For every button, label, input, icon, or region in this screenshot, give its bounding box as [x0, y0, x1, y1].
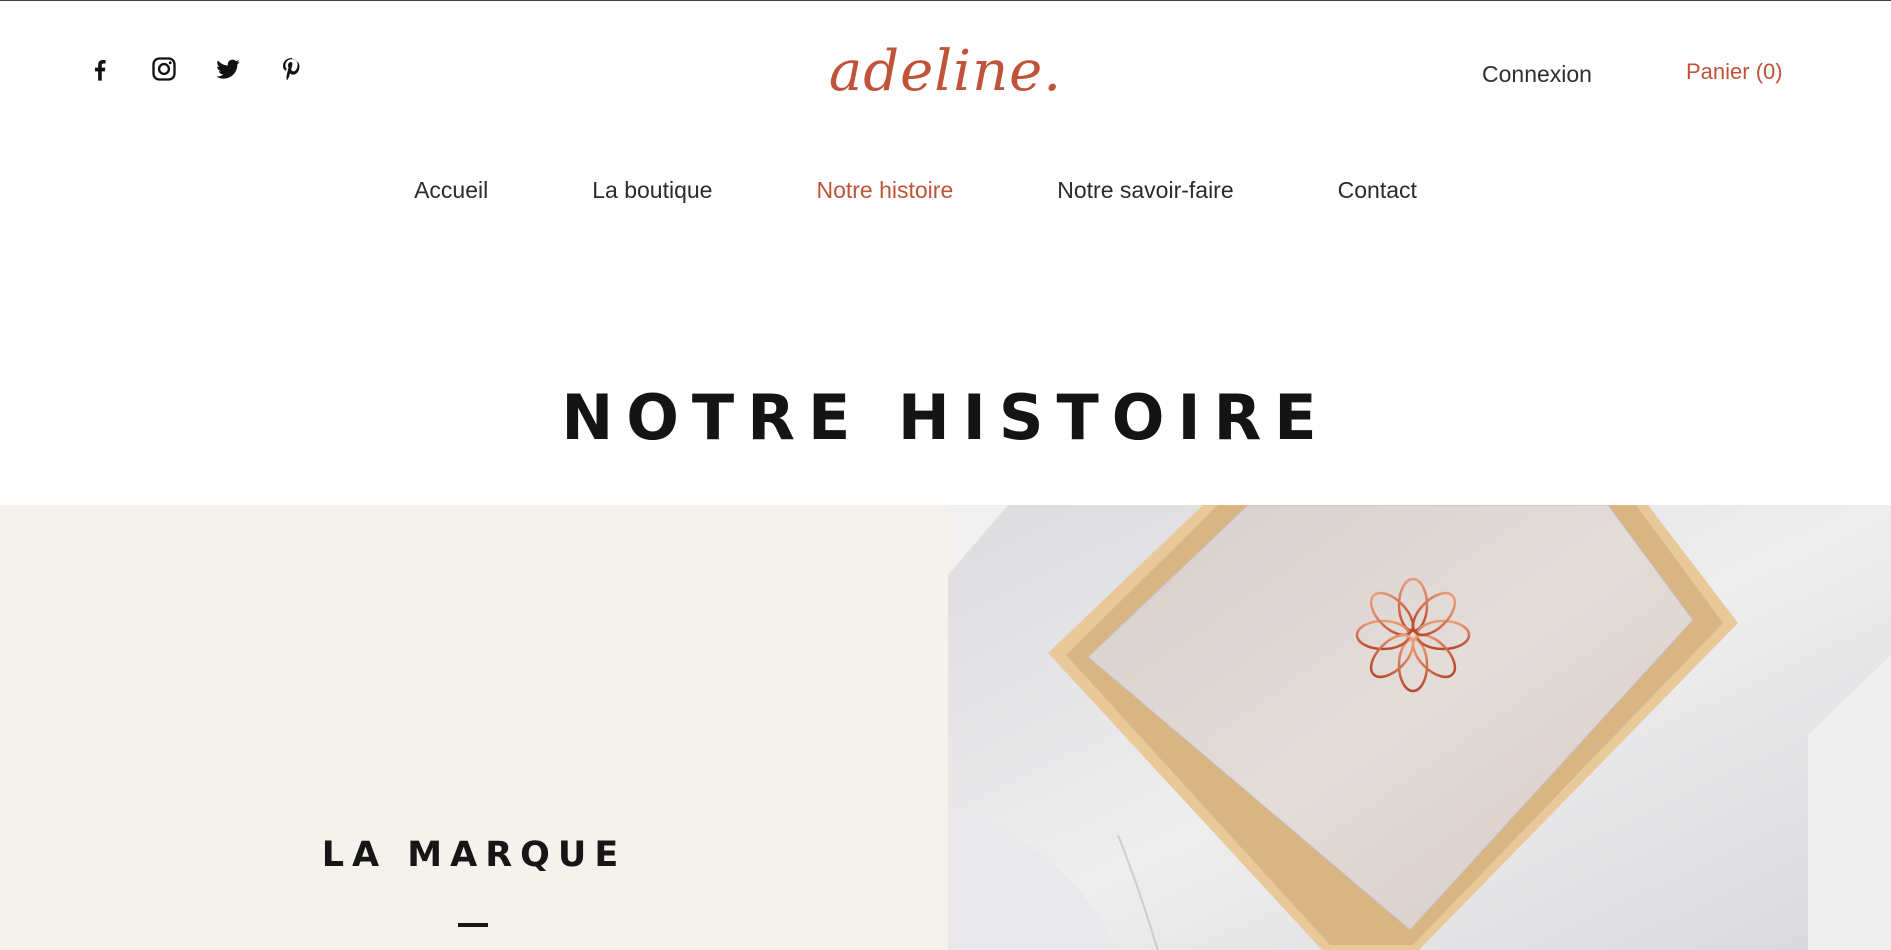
- cart-link[interactable]: Panier (0): [1686, 59, 1783, 85]
- login-link[interactable]: Connexion: [1482, 61, 1592, 88]
- facebook-icon[interactable]: [86, 55, 114, 83]
- twitter-icon[interactable]: [214, 55, 242, 83]
- nav-item-notre-histoire[interactable]: Notre histoire: [816, 177, 953, 204]
- gift-box-image: [948, 505, 1891, 950]
- product-photo: [948, 505, 1891, 950]
- instagram-icon[interactable]: [150, 55, 178, 83]
- brand-section: LA MARQUE: [0, 505, 948, 950]
- nav-item-notre-savoir-faire[interactable]: Notre savoir-faire: [1057, 177, 1233, 204]
- brand-heading: LA MARQUE: [321, 835, 627, 875]
- nav-items: Accueil La boutique Notre histoire Notre…: [414, 177, 1417, 204]
- logo-text[interactable]: adeline.: [829, 39, 1062, 104]
- social-links: [86, 55, 306, 83]
- nav-item-accueil[interactable]: Accueil: [414, 177, 488, 204]
- page: adeline. Connexion Panier (0) Accueil La…: [0, 0, 1891, 950]
- page-title: NOTRE HISTOIRE: [561, 380, 1330, 454]
- main-nav: Accueil La boutique Notre histoire Notre…: [0, 177, 1891, 204]
- nav-item-contact[interactable]: Contact: [1338, 177, 1417, 204]
- heading-divider: [458, 923, 488, 927]
- pinterest-icon[interactable]: [278, 55, 306, 83]
- nav-item-la-boutique[interactable]: La boutique: [592, 177, 712, 204]
